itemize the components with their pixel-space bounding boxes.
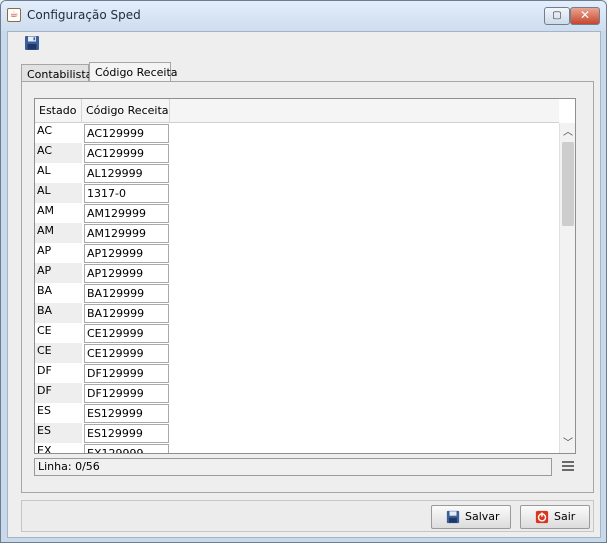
- cell-codigo-receita[interactable]: CE129999: [84, 324, 169, 343]
- cell-estado[interactable]: AP: [35, 243, 82, 263]
- cell-codigo-receita[interactable]: ES129999: [84, 424, 169, 443]
- cell-estado[interactable]: DF: [35, 363, 82, 383]
- window-title: Configuração Sped: [27, 8, 141, 22]
- cell-codigo-receita[interactable]: ES129999: [84, 404, 169, 423]
- column-header-estado[interactable]: Estado: [35, 99, 82, 123]
- column-header-codigo-receita[interactable]: Código Receita: [82, 99, 170, 123]
- tab-codigo-receita[interactable]: Código Receita: [89, 62, 178, 82]
- cell-estado[interactable]: AC: [35, 143, 82, 163]
- save-button-label: Salvar: [465, 510, 500, 523]
- cell-codigo-receita[interactable]: CE129999: [84, 344, 169, 363]
- cell-codigo-receita[interactable]: EX129999: [84, 444, 169, 453]
- table-row[interactable]: AL 1317-0: [35, 183, 559, 203]
- table-row[interactable]: ES ES129999: [35, 403, 559, 423]
- cell-estado[interactable]: BA: [35, 303, 82, 323]
- scroll-thumb[interactable]: [562, 142, 574, 226]
- table-row[interactable]: AP AP129999: [35, 243, 559, 263]
- table-row[interactable]: DF DF129999: [35, 363, 559, 383]
- cell-estado[interactable]: ES: [35, 423, 82, 443]
- title-bar[interactable]: ☕ Configuração Sped ▢ ✕: [1, 1, 606, 31]
- cell-estado[interactable]: BA: [35, 283, 82, 303]
- table-row[interactable]: AM AM129999: [35, 223, 559, 243]
- cell-estado[interactable]: AL: [35, 183, 82, 203]
- tab-contabilista[interactable]: Contabilista: [21, 64, 92, 82]
- cell-codigo-receita[interactable]: AC129999: [84, 124, 169, 143]
- cell-estado[interactable]: ES: [35, 403, 82, 423]
- cell-estado[interactable]: AC: [35, 123, 82, 143]
- exit-button[interactable]: Sair: [520, 505, 590, 529]
- table-header: Estado Código Receita: [35, 99, 559, 123]
- app-window: ☕ Configuração Sped ▢ ✕ Contabilista Cód…: [0, 0, 607, 543]
- button-bar: Salvar Sair: [21, 500, 594, 532]
- cell-estado[interactable]: DF: [35, 383, 82, 403]
- cell-codigo-receita[interactable]: AP129999: [84, 244, 169, 263]
- cell-codigo-receita[interactable]: AM129999: [84, 204, 169, 223]
- table-row[interactable]: CE CE129999: [35, 323, 559, 343]
- save-button[interactable]: Salvar: [431, 505, 511, 529]
- cell-codigo-receita[interactable]: BA129999: [84, 284, 169, 303]
- window-content: Contabilista Código Receita Estado Códig…: [7, 31, 601, 538]
- scroll-up-icon[interactable]: ︿: [560, 125, 575, 141]
- table-row[interactable]: AC AC129999: [35, 123, 559, 143]
- table-row[interactable]: AP AP129999: [35, 263, 559, 283]
- cell-codigo-receita[interactable]: BA129999: [84, 304, 169, 323]
- toolbar-save-button[interactable]: [24, 35, 40, 51]
- table-row[interactable]: AC AC129999: [35, 143, 559, 163]
- cell-codigo-receita[interactable]: AC129999: [84, 144, 169, 163]
- java-app-icon: ☕: [7, 8, 21, 22]
- row-status: Linha: 0/56: [34, 458, 552, 476]
- table-row[interactable]: DF DF129999: [35, 383, 559, 403]
- table-row[interactable]: AM AM129999: [35, 203, 559, 223]
- cell-codigo-receita[interactable]: AP129999: [84, 264, 169, 283]
- cell-codigo-receita[interactable]: DF129999: [84, 364, 169, 383]
- cell-estado[interactable]: CE: [35, 343, 82, 363]
- cell-codigo-receita[interactable]: AL129999: [84, 164, 169, 183]
- maximize-button[interactable]: ▢: [544, 7, 570, 25]
- table-body: AC AC129999 AC AC129999 AL AL129999 AL 1317-0 AM…: [35, 123, 559, 453]
- floppy-disk-icon: [446, 510, 460, 524]
- codigo-receita-table: Estado Código Receita AC AC129999 AC AC1299…: [34, 98, 576, 454]
- close-window-button[interactable]: ✕: [570, 7, 600, 25]
- tab-panel-codigo-receita: Estado Código Receita AC AC129999 AC AC1299…: [21, 81, 594, 493]
- cell-codigo-receita[interactable]: AM129999: [84, 224, 169, 243]
- exit-button-label: Sair: [554, 510, 576, 523]
- cell-estado[interactable]: EX: [35, 443, 82, 453]
- maximize-icon: ▢: [552, 10, 562, 21]
- table-row[interactable]: EX EX129999: [35, 443, 559, 453]
- table-row[interactable]: ES ES129999: [35, 423, 559, 443]
- cell-estado[interactable]: AL: [35, 163, 82, 183]
- cell-codigo-receita[interactable]: 1317-0: [84, 184, 169, 203]
- column-menu-icon[interactable]: [562, 461, 574, 473]
- scroll-down-icon[interactable]: ﹀: [560, 436, 575, 452]
- table-row[interactable]: CE CE129999: [35, 343, 559, 363]
- floppy-disk-icon: [25, 36, 39, 50]
- power-off-icon: [535, 510, 549, 524]
- table-row[interactable]: AL AL129999: [35, 163, 559, 183]
- cell-estado[interactable]: AM: [35, 203, 82, 223]
- close-icon: ✕: [579, 8, 591, 22]
- cell-codigo-receita[interactable]: DF129999: [84, 384, 169, 403]
- vertical-scrollbar[interactable]: ︿ ﹀: [559, 123, 575, 453]
- table-row[interactable]: BA BA129999: [35, 303, 559, 323]
- cell-estado[interactable]: AP: [35, 263, 82, 283]
- cell-estado[interactable]: AM: [35, 223, 82, 243]
- cell-estado[interactable]: CE: [35, 323, 82, 343]
- table-row[interactable]: BA BA129999: [35, 283, 559, 303]
